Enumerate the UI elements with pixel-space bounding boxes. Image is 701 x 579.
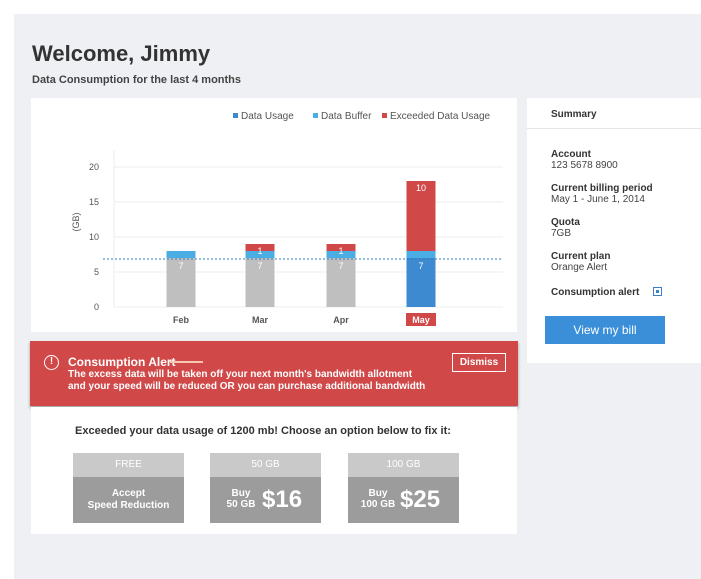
y-tick-label: 20 (89, 162, 99, 172)
options-panel: Exceeded your data usage of 1200 mb! Cho… (31, 407, 517, 534)
consumption-alert-banner: ! Consumption Alert The excess data will… (30, 341, 518, 406)
bar-value-label: 7 (338, 261, 343, 271)
option-50gb-header: 50 GB (210, 453, 321, 477)
summary-header: Summary (527, 98, 701, 129)
alert-message-line1: The excess data will be taken off your n… (68, 369, 413, 380)
account-value: 123 5678 8900 (551, 160, 618, 171)
consumption-alert-label: Consumption alert (551, 287, 640, 298)
dismiss-button[interactable]: Dismiss (452, 353, 506, 372)
x-tick-label: May (412, 315, 430, 325)
option-100gb-body: Buy 100 GB $25 (348, 477, 459, 523)
y-tick-label: 0 (94, 302, 99, 312)
option-free-line2: Speed Reduction (87, 500, 170, 511)
exclamation-circle-icon: ! (44, 355, 59, 370)
bar-segment (166, 251, 196, 258)
option-free-body: Accept Speed Reduction (73, 477, 184, 523)
y-tick-label: 5 (94, 267, 99, 277)
view-bill-button[interactable]: View my bill (545, 316, 665, 344)
option-50gb-body: Buy 50 GB $16 (210, 477, 321, 523)
option-50gb[interactable]: 50 GB Buy 50 GB $16 (210, 453, 321, 523)
option-100gb-price: $25 (400, 486, 441, 513)
x-tick-label: Mar (252, 315, 269, 325)
bar-value-label: 1 (257, 246, 262, 256)
option-free-line1: Accept (111, 488, 146, 499)
bar-value-label: 7 (178, 261, 183, 271)
usage-chart: 0 5 10 15 20 (GB) 7 Feb 7 1 Mar 7 1 Apr 7 10 May (71, 150, 503, 326)
account-label: Account (551, 149, 591, 160)
plan-label: Current plan (551, 251, 611, 262)
option-100gb[interactable]: 100 GB Buy 100 GB $25 (348, 453, 459, 523)
x-tick-label: Feb (173, 315, 190, 325)
bar-value-label: 7 (257, 261, 262, 271)
y-axis-label: (GB) (71, 212, 81, 231)
bar-segment (406, 251, 436, 258)
options-title: Exceeded your data usage of 1200 mb! Cho… (75, 425, 451, 437)
y-tick-label: 10 (89, 232, 99, 242)
page-subtitle: Data Consumption for the last 4 months (32, 74, 242, 86)
option-100gb-buy: Buy (368, 488, 388, 499)
page-title: Welcome, Jimmy (32, 41, 211, 66)
quota-value: 7GB (551, 228, 572, 239)
billing-period-label: Current billing period (551, 183, 653, 194)
option-free[interactable]: FREE Accept Speed Reduction (73, 453, 184, 523)
y-tick-label: 15 (89, 197, 99, 207)
consumption-alert-checkbox[interactable] (653, 287, 662, 296)
bar-value-label: 1 (338, 246, 343, 256)
billing-period-value: May 1 - June 1, 2014 (551, 194, 645, 205)
option-50gb-buy: Buy (231, 488, 251, 499)
alert-title: Consumption Alert (68, 355, 176, 369)
page-background: Welcome, Jimmy Data Consumption for the … (14, 14, 701, 579)
chart-panel: Data Usage Data Buffer Exceeded Data Usa… (31, 98, 517, 332)
option-50gb-price: $16 (262, 486, 303, 513)
quota-label: Quota (551, 217, 580, 228)
option-100gb-size: 100 GB (360, 499, 396, 510)
option-free-header: FREE (73, 453, 184, 477)
bar-value-label: 7 (418, 261, 423, 271)
option-100gb-header: 100 GB (348, 453, 459, 477)
plan-value: Orange Alert (551, 262, 608, 273)
summary-heading: Summary (551, 109, 597, 120)
summary-panel: Summary Account 123 5678 8900 Current bi… (527, 98, 701, 363)
option-50gb-size: 50 GB (226, 499, 256, 510)
alert-message-line2: and your speed will be reduced OR you ca… (68, 381, 426, 392)
alert-title-underline (170, 361, 203, 363)
x-tick-label: Apr (333, 315, 349, 325)
bar-value-label: 10 (416, 183, 426, 193)
